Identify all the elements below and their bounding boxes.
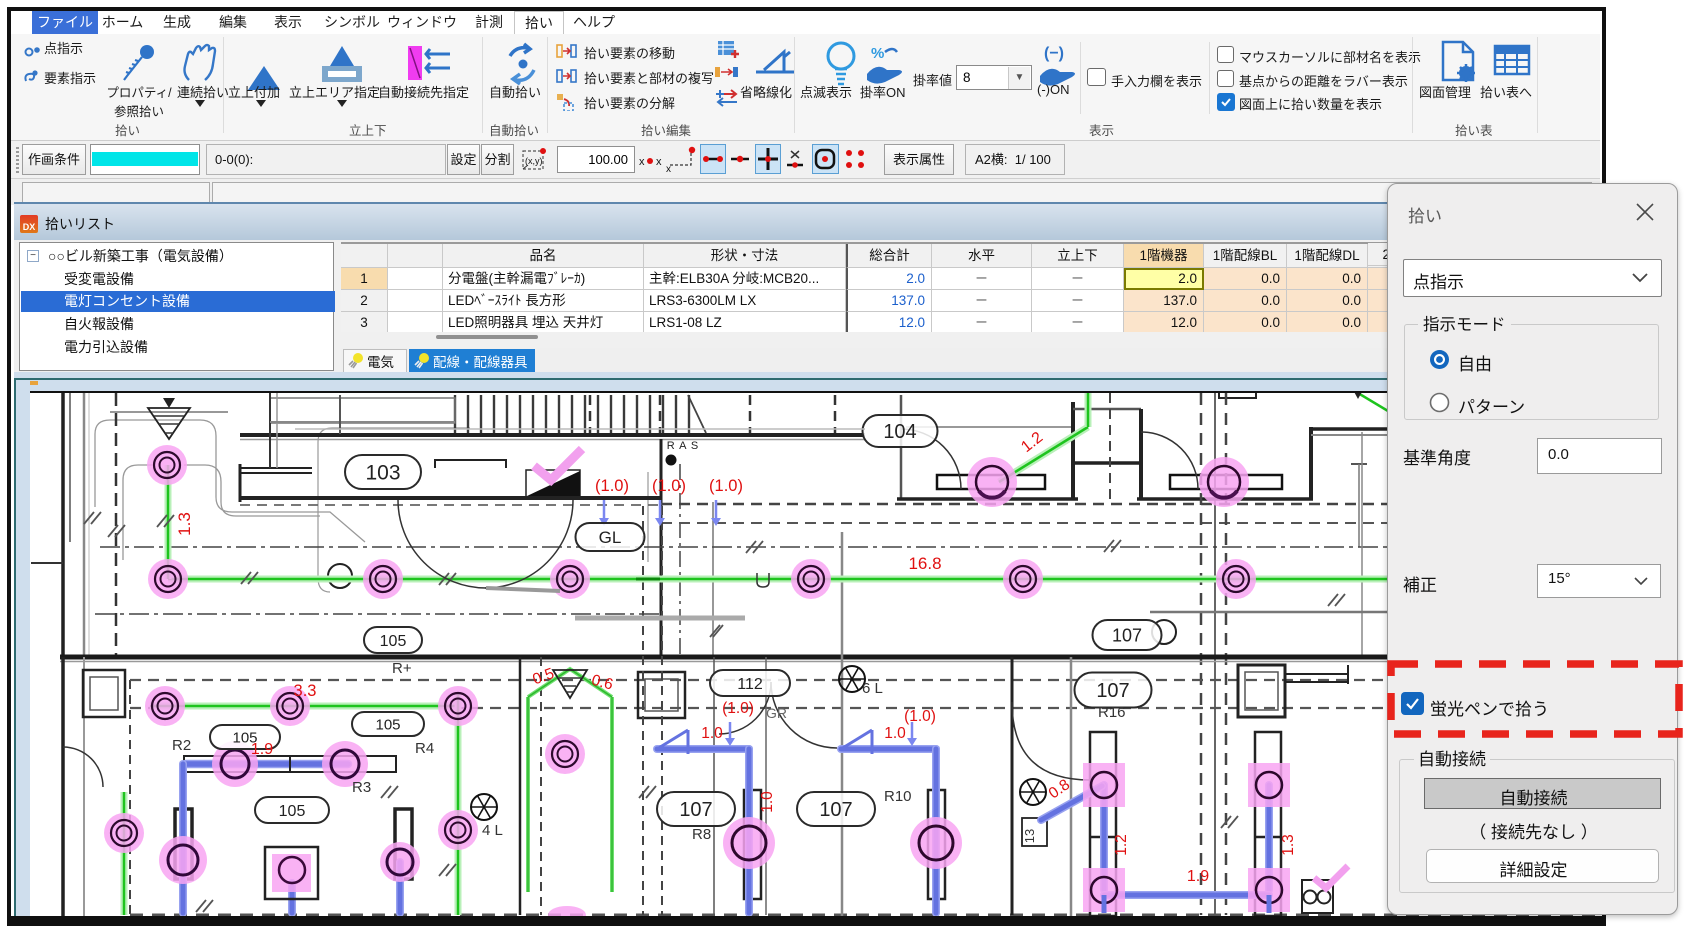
svg-text:(1.0): (1.0) bbox=[709, 477, 743, 495]
svg-text:R3: R3 bbox=[352, 779, 371, 796]
svg-text:1.2: 1.2 bbox=[1113, 834, 1130, 856]
svg-text:1.9: 1.9 bbox=[251, 741, 273, 758]
svg-text:R2: R2 bbox=[172, 737, 191, 754]
svg-text:1.3: 1.3 bbox=[1280, 834, 1297, 856]
svg-text:1.0: 1.0 bbox=[701, 725, 723, 742]
svg-text:0.8: 0.8 bbox=[1046, 776, 1073, 802]
svg-text:R16: R16 bbox=[1098, 704, 1126, 721]
svg-text:105: 105 bbox=[279, 803, 306, 820]
svg-text:16.8: 16.8 bbox=[908, 554, 941, 573]
svg-text:107: 107 bbox=[679, 799, 712, 821]
svg-text:103: 103 bbox=[365, 462, 400, 485]
svg-text:R8: R8 bbox=[692, 826, 711, 843]
svg-text:x: x bbox=[666, 164, 671, 175]
svg-text:GL: GL bbox=[599, 528, 622, 547]
svg-text:3.3: 3.3 bbox=[294, 682, 317, 700]
svg-text:107: 107 bbox=[1096, 680, 1129, 702]
svg-text:6 L: 6 L bbox=[862, 680, 883, 697]
svg-text:105: 105 bbox=[380, 633, 407, 650]
svg-text:(1.0): (1.0) bbox=[595, 477, 629, 495]
svg-text:1.0: 1.0 bbox=[884, 725, 906, 742]
svg-text:112: 112 bbox=[737, 676, 763, 693]
svg-text:x: x bbox=[656, 156, 662, 168]
svg-text:107: 107 bbox=[1112, 625, 1142, 645]
svg-text:1.0: 1.0 bbox=[759, 791, 776, 813]
svg-text:R10: R10 bbox=[884, 788, 912, 805]
svg-text:0.5: 0.5 bbox=[530, 665, 556, 688]
svg-text:105: 105 bbox=[375, 716, 400, 733]
svg-text:4 L: 4 L bbox=[482, 822, 503, 839]
svg-text:1.9: 1.9 bbox=[1187, 868, 1209, 885]
svg-text:107: 107 bbox=[819, 799, 852, 821]
svg-text:0.6: 0.6 bbox=[590, 672, 615, 694]
svg-text:(1.0): (1.0) bbox=[652, 477, 686, 495]
svg-text:(1.0): (1.0) bbox=[722, 700, 754, 717]
svg-text:(x,y): (x,y) bbox=[525, 156, 543, 166]
svg-text:%: % bbox=[871, 45, 884, 62]
svg-text:R+: R+ bbox=[392, 660, 412, 677]
svg-text:R A S: R A S bbox=[667, 440, 700, 452]
svg-text:(1.0): (1.0) bbox=[904, 708, 936, 725]
svg-text:x: x bbox=[639, 156, 645, 168]
svg-text:13: 13 bbox=[1022, 829, 1037, 843]
svg-text:104: 104 bbox=[883, 421, 916, 443]
svg-text:(−): (−) bbox=[1044, 45, 1064, 62]
svg-text:GR: GR bbox=[766, 705, 787, 721]
svg-text:R4: R4 bbox=[415, 740, 434, 757]
svg-text:1.3: 1.3 bbox=[175, 512, 194, 536]
